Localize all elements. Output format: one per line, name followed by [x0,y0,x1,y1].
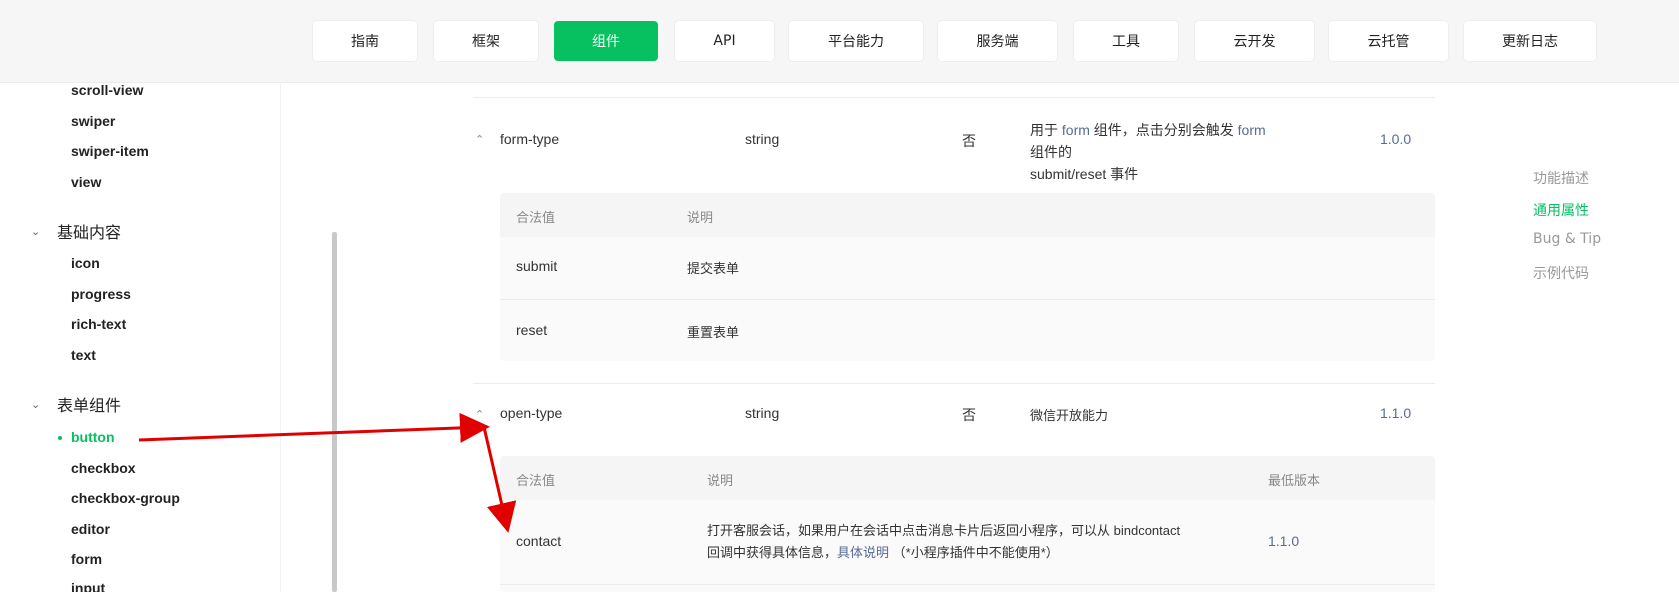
active-dot-icon [58,436,62,440]
page: { "nav": { "tabs": [ {"label": "指南"}, {"… [0,0,1679,592]
sidebar-item-checkbox[interactable]: checkbox [71,460,136,476]
toc-item-common-props[interactable]: 通用属性 [1533,200,1589,220]
arrow-to-open-type [138,412,490,443]
sidebar-group-label: 表单组件 [57,396,122,415]
prop-version: 1.1.0 [1380,405,1412,421]
sidebar-item-icon[interactable]: icon [71,255,100,271]
sidebar-item-scroll-view[interactable]: scroll-view [71,82,143,98]
sidebar-group-label: 基础内容 [57,223,122,242]
sidebar-scrollbar[interactable] [332,232,337,592]
row-divider [500,584,1435,585]
header-value: 合法值 [516,211,556,226]
header-min-version: 最低版本 [1268,474,1321,489]
row-divider [500,299,1435,300]
prop-description: 微信开放能力 [1030,408,1109,423]
value-version: 1.1.0 [1268,533,1300,549]
chevron-down-icon: ⌄ [31,224,41,238]
sidebar-item-form[interactable]: form [71,551,102,567]
sidebar-item-progress[interactable]: progress [71,286,131,302]
sidebar-item-rich-text[interactable]: rich-text [71,316,126,332]
toc-item-description[interactable]: 功能描述 [1533,168,1589,188]
chevron-up-icon[interactable]: ⌃ [475,408,484,421]
tab-components[interactable]: 组件 [554,21,658,61]
tab-framework[interactable]: 框架 [434,21,538,61]
sidebar-group-basic[interactable]: ⌄ 基础内容 [31,219,121,243]
prop-version: 1.0.0 [1380,131,1412,147]
value-cell: reset [516,322,548,338]
chevron-down-icon: ⌄ [31,397,41,411]
sidebar-item-editor[interactable]: editor [71,521,110,537]
prop-type: string [745,405,780,421]
header-description: 说明 [707,474,734,489]
sidebar-item-text[interactable]: text [71,347,96,363]
tab-cloud-dev[interactable]: 云开发 [1195,21,1314,61]
sidebar-item-swiper-item[interactable]: swiper-item [71,143,149,159]
row-divider [473,383,1435,384]
value-cell: submit [516,258,558,274]
sidebar-item-input[interactable]: input [71,580,105,592]
value-desc: 重置表单 [687,325,740,340]
details-link[interactable]: 具体说明 [837,545,889,560]
prop-name: form-type [500,131,560,147]
sidebar-item-button[interactable]: button [71,429,115,445]
form-link[interactable]: form [1062,122,1090,138]
prop-name: open-type [500,405,563,421]
tab-api[interactable]: API [675,21,774,61]
row-divider [473,97,1435,98]
sidebar-item-view[interactable]: view [71,174,101,190]
prop-type: string [745,131,780,147]
value-desc: 提交表单 [687,261,740,276]
header-description: 说明 [687,211,714,226]
toc-item-bug-tip[interactable]: Bug & Tip [1533,231,1601,247]
sub-table-header: 合法值 说明 [500,193,1435,237]
toc-item-example[interactable]: 示例代码 [1533,263,1589,283]
prop-description: 用于 form 组件，点击分别会触发 form 组件的 submit/reset… [1030,122,1266,182]
tab-changelog[interactable]: 更新日志 [1464,21,1596,61]
chevron-up-icon[interactable]: ⌃ [475,133,484,146]
sidebar-item-swiper[interactable]: swiper [71,113,115,129]
tab-guide[interactable]: 指南 [313,21,417,61]
prop-required: 否 [962,133,976,149]
prop-required: 否 [962,407,976,423]
sidebar-divider [280,83,281,592]
header-value: 合法值 [516,474,556,489]
tab-platform[interactable]: 平台能力 [789,21,923,61]
sidebar-item-checkbox-group[interactable]: checkbox-group [71,490,180,506]
form-link[interactable]: form [1238,122,1266,138]
tab-server[interactable]: 服务端 [938,21,1057,61]
sidebar-group-form[interactable]: ⌄ 表单组件 [31,392,121,416]
top-nav: 指南 框架 组件 API 平台能力 服务端 工具 云开发 云托管 更新日志 [0,0,1679,83]
open-type-values-table: 合法值 说明 最低版本 contact 打开客服会话，如果用户在会话中点击消息卡… [500,456,1435,592]
tab-tools[interactable]: 工具 [1074,21,1178,61]
tab-cloud-hosting[interactable]: 云托管 [1329,21,1448,61]
value-desc: 打开客服会话，如果用户在会话中点击消息卡片后返回小程序，可以从 bindcont… [707,523,1181,560]
sub-table-header: 合法值 说明 最低版本 [500,456,1435,500]
form-type-values-table: 合法值 说明 submit 提交表单 reset 重置表单 [500,193,1435,361]
value-cell: contact [516,533,562,549]
